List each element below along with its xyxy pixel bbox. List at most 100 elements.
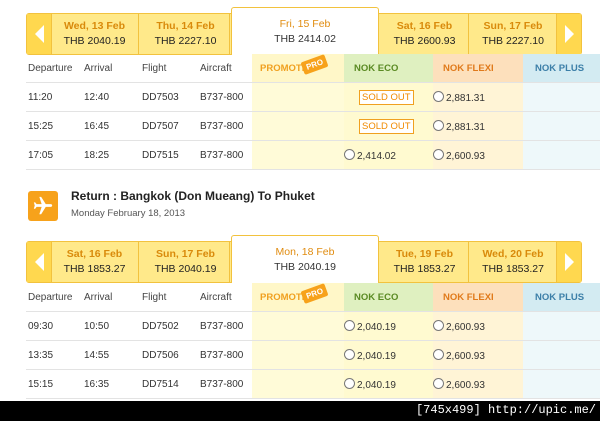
fare-price: 2,040.19 <box>357 350 396 362</box>
table-row: 11:20 12:40 DD7503 B737-800 SOLD OUT 2,8… <box>26 82 600 112</box>
plus-fare-cell <box>523 140 600 170</box>
date-price: THB 1853.27 <box>393 263 456 275</box>
date-price: THB 2600.93 <box>393 35 456 47</box>
outbound-date-4[interactable]: Sun, 17 Feb THB 2227.10 <box>470 14 557 54</box>
column-flight: Flight <box>142 54 200 83</box>
column-arrival: Arrival <box>84 283 142 312</box>
table-row: 13:35 14:55 DD7506 B737-800 2,040.19 2,6… <box>26 340 600 370</box>
outbound-flights-table: Departure Arrival Flight Aircraft PROMOT… <box>26 54 600 170</box>
arrival-time: 16:35 <box>84 369 142 399</box>
fare-price: 2,040.19 <box>357 379 396 391</box>
flexi-fare-option[interactable]: 2,600.93 <box>433 340 523 370</box>
aircraft-type: B737-800 <box>200 111 252 141</box>
radio-button[interactable] <box>344 319 355 331</box>
date-label: Sun, 17 Feb <box>156 248 215 260</box>
radio-button[interactable] <box>344 377 355 389</box>
chevron-left-icon <box>34 253 44 271</box>
column-promotion: PROMOTI PRO <box>252 283 344 312</box>
promotion-label: PROMOTI <box>260 62 305 74</box>
date-label: Sat, 16 Feb <box>66 248 123 260</box>
flexi-fare-option[interactable]: 2,600.93 <box>433 369 523 399</box>
outbound-prev-dates-button[interactable] <box>27 14 52 54</box>
arrival-time: 14:55 <box>84 340 142 370</box>
return-date-0[interactable]: Sat, 16 Feb THB 1853.27 <box>51 242 139 282</box>
departure-time: 17:05 <box>26 140 84 170</box>
promotion-label: PROMOTI <box>260 291 305 303</box>
table-row: 15:15 16:35 DD7514 B737-800 2,040.19 2,6… <box>26 369 600 399</box>
flexi-fare-option[interactable]: 2,600.93 <box>433 311 523 341</box>
column-aircraft: Aircraft <box>200 283 252 312</box>
outbound-date-1[interactable]: Thu, 14 Feb THB 2227.10 <box>142 14 230 54</box>
return-date-1[interactable]: Sun, 17 Feb THB 2040.19 <box>142 242 230 282</box>
eco-fare-option[interactable]: 2,414.02 <box>344 140 433 170</box>
return-date-strip: Sat, 16 Feb THB 1853.27 Sun, 17 Feb THB … <box>26 235 582 283</box>
radio-button[interactable] <box>433 348 444 360</box>
radio-button[interactable] <box>433 148 444 160</box>
radio-button[interactable] <box>433 90 444 102</box>
radio-button[interactable] <box>433 119 444 131</box>
flight-number: DD7502 <box>142 311 200 341</box>
eco-fare-cell: SOLD OUT <box>344 111 433 141</box>
promo-fare-cell <box>252 340 344 370</box>
column-nok-flexi: NOK FLEXI <box>433 283 523 312</box>
flexi-fare-option[interactable]: 2,881.31 <box>433 82 523 112</box>
flight-number: DD7506 <box>142 340 200 370</box>
flexi-fare-option[interactable]: 2,600.93 <box>433 140 523 170</box>
date-label: Sun, 17 Feb <box>483 20 543 32</box>
promo-fare-cell <box>252 369 344 399</box>
column-nok-flexi: NOK FLEXI <box>433 54 523 83</box>
return-date-3[interactable]: Tue, 19 Feb THB 1853.27 <box>381 242 469 282</box>
return-prev-dates-button[interactable] <box>27 242 52 282</box>
radio-button[interactable] <box>344 148 355 160</box>
table-row: 15:25 16:45 DD7507 B737-800 SOLD OUT 2,8… <box>26 111 600 141</box>
flight-number: DD7514 <box>142 369 200 399</box>
eco-fare-option[interactable]: 2,040.19 <box>344 311 433 341</box>
column-promotion: PROMOTI PRO <box>252 54 344 83</box>
date-label: Fri, 15 Feb <box>279 18 331 30</box>
chevron-left-icon <box>34 25 44 43</box>
column-nok-eco: NOK ECO <box>344 54 433 83</box>
flexi-fare-option[interactable]: 2,881.31 <box>433 111 523 141</box>
outbound-next-dates-button[interactable] <box>556 14 581 54</box>
chevron-right-icon <box>564 253 574 271</box>
return-date: Monday February 18, 2013 <box>71 208 186 219</box>
departure-time: 15:15 <box>26 369 84 399</box>
radio-button[interactable] <box>344 348 355 360</box>
fare-price: 2,414.02 <box>357 150 396 162</box>
promo-fare-cell <box>252 140 344 170</box>
date-price: THB 2040.19 <box>154 263 217 275</box>
footer-text: [745x499] http://upic.me/ <box>415 403 596 417</box>
flight-selection-page: Wed, 13 Feb THB 2040.19 Thu, 14 Feb THB … <box>0 0 600 401</box>
return-next-dates-button[interactable] <box>556 242 581 282</box>
date-label: Thu, 14 Feb <box>156 20 215 32</box>
outbound-date-strip: Wed, 13 Feb THB 2040.19 Thu, 14 Feb THB … <box>26 7 582 55</box>
eco-fare-option[interactable]: 2,040.19 <box>344 369 433 399</box>
radio-button[interactable] <box>433 377 444 389</box>
outbound-date-selected[interactable]: Fri, 15 Feb THB 2414.02 <box>231 7 379 55</box>
date-label: Mon, 18 Feb <box>275 246 335 258</box>
outbound-date-0[interactable]: Wed, 13 Feb THB 2040.19 <box>51 14 139 54</box>
fare-price: 2,040.19 <box>357 321 396 333</box>
table-row: 09:30 10:50 DD7502 B737-800 2,040.19 2,6… <box>26 311 600 341</box>
outbound-date-3[interactable]: Sat, 16 Feb THB 2600.93 <box>381 14 469 54</box>
return-date-4[interactable]: Wed, 20 Feb THB 1853.27 <box>470 242 557 282</box>
column-departure: Departure <box>26 283 84 312</box>
promo-tag-icon: PRO <box>300 54 329 75</box>
flight-number: DD7503 <box>142 82 200 112</box>
fare-price: 2,881.31 <box>446 92 485 104</box>
sold-out-badge: SOLD OUT <box>359 118 414 134</box>
eco-fare-option[interactable]: 2,040.19 <box>344 340 433 370</box>
eco-fare-cell: SOLD OUT <box>344 82 433 112</box>
column-nok-plus: NOK PLUS <box>523 54 600 83</box>
table-header-row: Departure Arrival Flight Aircraft PROMOT… <box>26 54 600 83</box>
departure-time: 13:35 <box>26 340 84 370</box>
return-date-selected[interactable]: Mon, 18 Feb THB 2040.19 <box>231 235 379 283</box>
date-label: Tue, 19 Feb <box>396 248 453 260</box>
arrival-time: 12:40 <box>84 82 142 112</box>
airplane-glyph <box>33 196 53 215</box>
chevron-right-icon <box>564 25 574 43</box>
date-label: Wed, 13 Feb <box>63 20 126 32</box>
radio-button[interactable] <box>433 319 444 331</box>
return-title: Return : Bangkok (Don Mueang) To Phuket <box>71 189 315 203</box>
aircraft-type: B737-800 <box>200 82 252 112</box>
